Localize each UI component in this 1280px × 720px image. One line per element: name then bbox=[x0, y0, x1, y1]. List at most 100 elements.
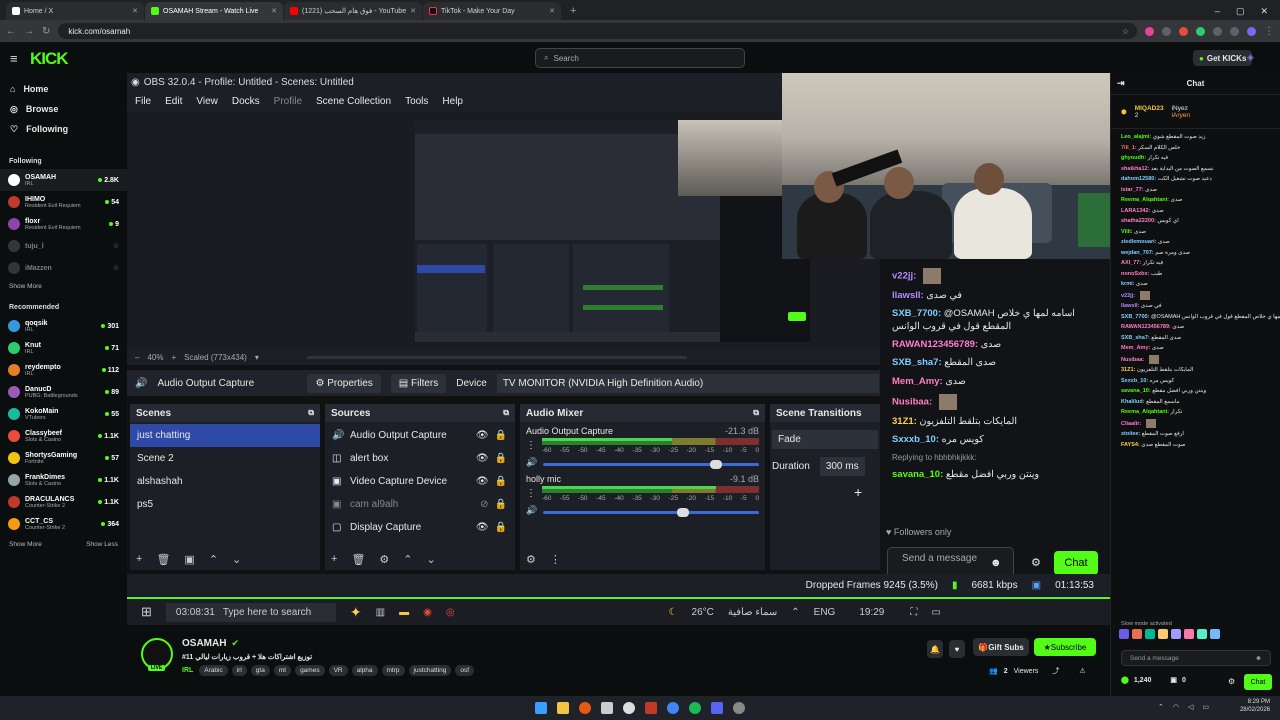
profile-avatar[interactable] bbox=[1247, 26, 1256, 36]
heart-icon[interactable]: ♥ bbox=[949, 640, 965, 658]
theater-mode-icon[interactable]: ▭ bbox=[931, 607, 940, 618]
sidebar-channel[interactable]: DanucD PUBG: Battlegrounds 89 bbox=[0, 381, 127, 403]
obs-menu-item[interactable]: Scene Collection bbox=[316, 96, 391, 107]
share-icon[interactable]: ⤴ bbox=[1052, 666, 1059, 676]
source-item[interactable]: ▣ Video Capture Device 👁 🔒 bbox=[325, 470, 515, 493]
sidebar-channel[interactable]: CCT_CS Counter-Strike 2 364 bbox=[0, 513, 127, 535]
gift-subs-button[interactable]: 🎁 Gift Subs bbox=[973, 638, 1029, 656]
chrome-icon[interactable] bbox=[667, 702, 679, 714]
category-link[interactable]: IRL bbox=[182, 667, 193, 674]
zoom-out-icon[interactable]: – bbox=[135, 353, 139, 362]
gear-icon[interactable]: ⚙ bbox=[1228, 677, 1235, 686]
move-up-icon[interactable]: ⌃ bbox=[209, 553, 218, 566]
emote-icon[interactable] bbox=[1119, 629, 1129, 639]
obs-menu-item[interactable]: Docks bbox=[232, 96, 260, 107]
volume-slider[interactable] bbox=[543, 508, 759, 517]
add-scene-icon[interactable]: + bbox=[136, 553, 142, 566]
properties-button[interactable]: ⚙ Properties bbox=[307, 373, 381, 393]
scene-item[interactable]: Scene 2 bbox=[130, 447, 320, 470]
volume-knob[interactable] bbox=[709, 460, 722, 469]
extension-icon[interactable] bbox=[1162, 26, 1171, 36]
brave-icon[interactable] bbox=[579, 702, 591, 714]
browser-tab[interactable]: فوق هام السحب (1221) - YouTube ✕ bbox=[284, 2, 422, 20]
move-down-icon[interactable]: ⌄ bbox=[232, 553, 241, 566]
stream-tag[interactable]: gta bbox=[250, 665, 270, 676]
nav-browse[interactable]: ◎ Browse bbox=[0, 99, 127, 119]
source-item[interactable]: ▢ Display Capture 👁 🔒 bbox=[325, 516, 515, 539]
lock-icon[interactable]: 🔒 bbox=[495, 522, 507, 533]
sidebar-channel[interactable]: FrankDimes Slots & Casino 1.1K bbox=[0, 469, 127, 491]
show-more-recommended[interactable]: Show More bbox=[9, 541, 42, 548]
subscribe-button[interactable]: ★ Subscribe bbox=[1034, 638, 1096, 656]
report-icon[interactable]: ⚠ bbox=[1079, 667, 1085, 675]
kick-logo[interactable]: KICK bbox=[30, 49, 69, 69]
zoom-in-icon[interactable]: + bbox=[171, 353, 176, 362]
lock-icon[interactable]: 🔒 bbox=[495, 453, 507, 464]
browser-tab[interactable]: Home / X ✕ bbox=[6, 2, 144, 20]
file-explorer-icon[interactable] bbox=[557, 702, 569, 714]
sidebar-channel[interactable]: Knut IRL 71 bbox=[0, 337, 127, 359]
wifi-icon[interactable]: ◠ bbox=[1173, 703, 1179, 711]
sidebar-channel-offline[interactable]: iMazzen ⊘ bbox=[0, 257, 127, 279]
show-less-recommended[interactable]: Show Less bbox=[86, 541, 118, 548]
emote-icon[interactable] bbox=[1145, 629, 1155, 639]
stream-tag[interactable]: mt bbox=[273, 665, 292, 676]
stream-tag[interactable]: VR bbox=[328, 665, 348, 676]
get-kicks-button[interactable]: ● Get KICKs bbox=[1193, 50, 1253, 66]
extension-icon[interactable] bbox=[1145, 26, 1154, 36]
extension-icon[interactable] bbox=[1196, 26, 1205, 36]
chat-input[interactable]: Send a message ☻ bbox=[1121, 650, 1271, 666]
visibility-icon[interactable]: 👁 bbox=[476, 522, 489, 533]
close-tab-icon[interactable]: ✕ bbox=[271, 7, 277, 15]
move-down-icon[interactable]: ⌄ bbox=[427, 553, 436, 566]
sidebar-channel[interactable]: IHIMO Resident Evil Requiem 54 bbox=[0, 191, 127, 213]
emote-icon[interactable] bbox=[1171, 629, 1181, 639]
close-tab-icon[interactable]: ✕ bbox=[410, 7, 416, 15]
remove-scene-icon[interactable]: 🗑 bbox=[156, 553, 170, 566]
scene-item[interactable]: ps5 bbox=[130, 493, 320, 516]
filters-button[interactable]: ▤ Filters bbox=[390, 373, 447, 393]
sidebar-channel[interactable]: DRACULANCS Counter-Strike 2 1.1K bbox=[0, 491, 127, 513]
filter-scene-icon[interactable]: ▣ bbox=[184, 553, 194, 566]
close-tab-icon[interactable]: ✕ bbox=[132, 7, 138, 15]
mixer-menu-icon[interactable]: ⋮ bbox=[526, 440, 536, 451]
obs-menu-item[interactable]: Profile bbox=[274, 96, 302, 107]
device-select[interactable]: TV MONITOR (NVIDIA High Definition Audio… bbox=[496, 373, 879, 393]
duration-input[interactable]: 300 ms bbox=[819, 457, 865, 476]
back-icon[interactable]: ← bbox=[6, 26, 16, 37]
show-more-following[interactable]: Show More bbox=[9, 283, 42, 290]
sidebar-channel[interactable]: floxr Resident Evil Requiem 9 bbox=[0, 213, 127, 235]
lock-icon[interactable]: 🔒 bbox=[495, 430, 507, 441]
source-item[interactable]: 🔊 Audio Output Capture 👁 🔒 bbox=[325, 424, 515, 447]
move-up-icon[interactable]: ⌃ bbox=[403, 553, 412, 566]
chevron-down-icon[interactable]: ▾ bbox=[255, 353, 259, 362]
extension-icon[interactable] bbox=[1179, 26, 1188, 36]
stream-tag[interactable]: games bbox=[295, 665, 325, 676]
dock-undock-icon[interactable]: ⧉ bbox=[753, 408, 759, 418]
stream-tag[interactable]: mtrp bbox=[381, 665, 405, 676]
visibility-icon[interactable]: 👁 bbox=[476, 476, 489, 487]
obs-menu-item[interactable]: Tools bbox=[405, 96, 428, 107]
gear-icon[interactable]: ⚙ bbox=[1031, 556, 1041, 569]
stream-tag[interactable]: irl bbox=[231, 665, 247, 676]
sidebar-channel[interactable]: qoqsik IRL 301 bbox=[0, 315, 127, 337]
add-source-icon[interactable]: + bbox=[331, 553, 337, 566]
settings-app-icon[interactable] bbox=[733, 702, 745, 714]
bell-icon[interactable]: 🔔 bbox=[927, 640, 943, 658]
browser-tab[interactable]: TikTok - Make Your Day ✕ bbox=[423, 2, 561, 20]
tray-chevron-icon[interactable]: ⌃ bbox=[1158, 703, 1164, 711]
maximize-icon[interactable]: ▢ bbox=[1236, 6, 1245, 17]
hamburger-menu-icon[interactable]: ≡ bbox=[10, 51, 18, 66]
source-settings-icon[interactable]: ⚙ bbox=[379, 553, 389, 566]
reload-icon[interactable]: ↻ bbox=[42, 26, 50, 37]
mixer-menu-icon[interactable]: ⋮ bbox=[526, 488, 536, 499]
search-input[interactable]: ⌕ Search bbox=[535, 48, 745, 68]
extension-icon[interactable] bbox=[1230, 26, 1239, 36]
battery-icon[interactable]: ▭ bbox=[1202, 703, 1209, 711]
minimize-icon[interactable]: – bbox=[1215, 6, 1220, 16]
notification-icon[interactable]: ◈ bbox=[1247, 52, 1254, 63]
browser-tab-active[interactable]: OSAMAH Stream - Watch Live ✕ bbox=[145, 2, 283, 20]
stream-chat-button[interactable]: Chat bbox=[1054, 551, 1098, 575]
close-tab-icon[interactable]: ✕ bbox=[549, 7, 555, 15]
stream-tag[interactable]: justchatting bbox=[408, 665, 452, 676]
